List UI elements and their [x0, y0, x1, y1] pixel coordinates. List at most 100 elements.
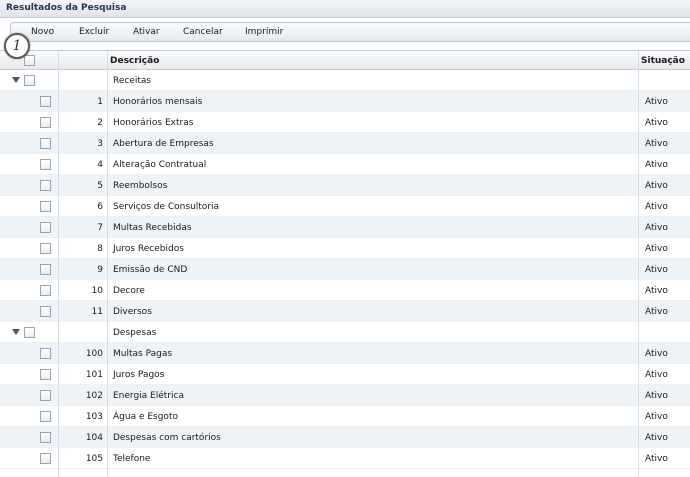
- row-description: Emissão de CND: [113, 265, 188, 275]
- column-header-descricao[interactable]: Descrição: [110, 56, 159, 66]
- row-description: Juros Pagos: [113, 370, 165, 380]
- row-code: 4: [97, 160, 103, 170]
- column-header-situacao[interactable]: Situação: [641, 56, 685, 66]
- callout-marker: 1: [4, 33, 30, 59]
- row-status: Ativo: [645, 160, 668, 170]
- table-row[interactable]: 8 Juros Recebidos Ativo: [0, 238, 690, 259]
- row-checkbox[interactable]: [40, 264, 51, 275]
- row-description: Honorários Extras: [113, 118, 194, 128]
- row-description: Diversos: [113, 307, 152, 317]
- row-checkbox[interactable]: [40, 96, 51, 107]
- expand-toggle-icon[interactable]: [12, 329, 20, 335]
- group-label: Despesas: [113, 328, 157, 338]
- panel-title: Resultados da Pesquisa: [6, 3, 127, 13]
- row-status: Ativo: [645, 370, 668, 380]
- row-code: 10: [91, 286, 103, 296]
- group-checkbox[interactable]: [24, 75, 35, 86]
- row-status: Ativo: [645, 202, 668, 212]
- table-row[interactable]: 103 Água e Esgoto Ativo: [0, 406, 690, 427]
- row-description: Honorários mensais: [113, 97, 203, 107]
- table-row[interactable]: 6 Serviços de Consultoria Ativo: [0, 196, 690, 217]
- table-row[interactable]: 4 Alteração Contratual Ativo: [0, 154, 690, 175]
- row-description: Alteração Contratual: [113, 160, 207, 170]
- row-checkbox[interactable]: [40, 180, 51, 191]
- row-description: Serviços de Consultoria: [113, 202, 220, 212]
- callout-number: 1: [12, 38, 22, 54]
- table-row[interactable]: 1 Honorários mensais Ativo: [0, 91, 690, 112]
- table-row[interactable]: 11 Diversos Ativo: [0, 301, 690, 322]
- row-code: 6: [97, 202, 103, 212]
- table-row[interactable]: 104 Despesas com cartórios Ativo: [0, 427, 690, 448]
- row-status: Ativo: [645, 433, 668, 443]
- row-checkbox[interactable]: [40, 390, 51, 401]
- row-status: Ativo: [645, 391, 668, 401]
- row-status: Ativo: [645, 454, 668, 464]
- table-row[interactable]: 105 Telefone Ativo: [0, 448, 690, 469]
- select-all-checkbox[interactable]: [24, 55, 35, 66]
- table-row[interactable]: 101 Juros Pagos Ativo: [0, 364, 690, 385]
- row-code: 101: [85, 370, 103, 380]
- row-checkbox[interactable]: [40, 138, 51, 149]
- table-row[interactable]: 5 Reembolsos Ativo: [0, 175, 690, 196]
- column-divider: [58, 50, 59, 477]
- table-row[interactable]: 7 Multas Recebidas Ativo: [0, 217, 690, 238]
- row-checkbox[interactable]: [40, 453, 51, 464]
- column-divider: [107, 50, 108, 477]
- row-code: 3: [97, 139, 103, 149]
- row-checkbox[interactable]: [40, 432, 51, 443]
- row-checkbox[interactable]: [40, 117, 51, 128]
- row-code: 102: [85, 391, 103, 401]
- row-checkbox[interactable]: [40, 306, 51, 317]
- excluir-button[interactable]: Excluir: [79, 27, 109, 37]
- ativar-button[interactable]: Ativar: [133, 27, 160, 37]
- row-checkbox[interactable]: [40, 411, 51, 422]
- group-row[interactable]: Despesas: [0, 322, 690, 343]
- row-description: Multas Pagas: [113, 349, 173, 359]
- row-code: 103: [85, 412, 103, 422]
- row-status: Ativo: [645, 97, 668, 107]
- row-status: Ativo: [645, 139, 668, 149]
- row-checkbox[interactable]: [40, 201, 51, 212]
- table-row[interactable]: 100 Multas Pagas Ativo: [0, 343, 690, 364]
- row-code: 104: [85, 433, 103, 443]
- table-row[interactable]: 3 Abertura de Empresas Ativo: [0, 133, 690, 154]
- row-description: Juros Recebidos: [113, 244, 184, 254]
- row-checkbox[interactable]: [40, 348, 51, 359]
- row-status: Ativo: [645, 244, 668, 254]
- row-status: Ativo: [645, 286, 668, 296]
- row-description: Reembolsos: [113, 181, 168, 191]
- imprimir-button[interactable]: Imprimir: [245, 27, 283, 37]
- novo-button[interactable]: Novo: [31, 27, 54, 37]
- row-description: Energia Elétrica: [113, 391, 184, 401]
- row-description: Abertura de Empresas: [113, 139, 214, 149]
- row-description: Decore: [113, 286, 145, 296]
- row-code: 2: [97, 118, 103, 128]
- panel-header: Resultados da Pesquisa: [0, 0, 690, 18]
- cancelar-button[interactable]: Cancelar: [183, 27, 223, 37]
- row-code: 1: [97, 97, 103, 107]
- table-row[interactable]: 102 Energia Elétrica Ativo: [0, 385, 690, 406]
- row-status: Ativo: [645, 307, 668, 317]
- row-status: Ativo: [645, 265, 668, 275]
- results-grid: Descrição Situação Receitas 1 Honorários m…: [0, 50, 690, 477]
- row-code: 8: [97, 244, 103, 254]
- table-row[interactable]: 2 Honorários Extras Ativo: [0, 112, 690, 133]
- row-status: Ativo: [645, 181, 668, 191]
- row-description: Água e Esgoto: [113, 412, 178, 422]
- grid-header: Descrição Situação: [0, 50, 690, 70]
- row-checkbox[interactable]: [40, 243, 51, 254]
- row-code: 7: [97, 223, 103, 233]
- toolbar: Novo Excluir Ativar Cancelar Imprimir: [10, 22, 690, 42]
- row-checkbox[interactable]: [40, 159, 51, 170]
- row-checkbox[interactable]: [40, 222, 51, 233]
- row-checkbox[interactable]: [40, 285, 51, 296]
- group-checkbox[interactable]: [24, 327, 35, 338]
- group-row[interactable]: Receitas: [0, 70, 690, 91]
- row-status: Ativo: [645, 349, 668, 359]
- row-status: Ativo: [645, 223, 668, 233]
- table-row[interactable]: 10 Decore Ativo: [0, 280, 690, 301]
- expand-toggle-icon[interactable]: [12, 77, 20, 83]
- table-row[interactable]: 9 Emissão de CND Ativo: [0, 259, 690, 280]
- row-checkbox[interactable]: [40, 369, 51, 380]
- row-code: 5: [97, 181, 103, 191]
